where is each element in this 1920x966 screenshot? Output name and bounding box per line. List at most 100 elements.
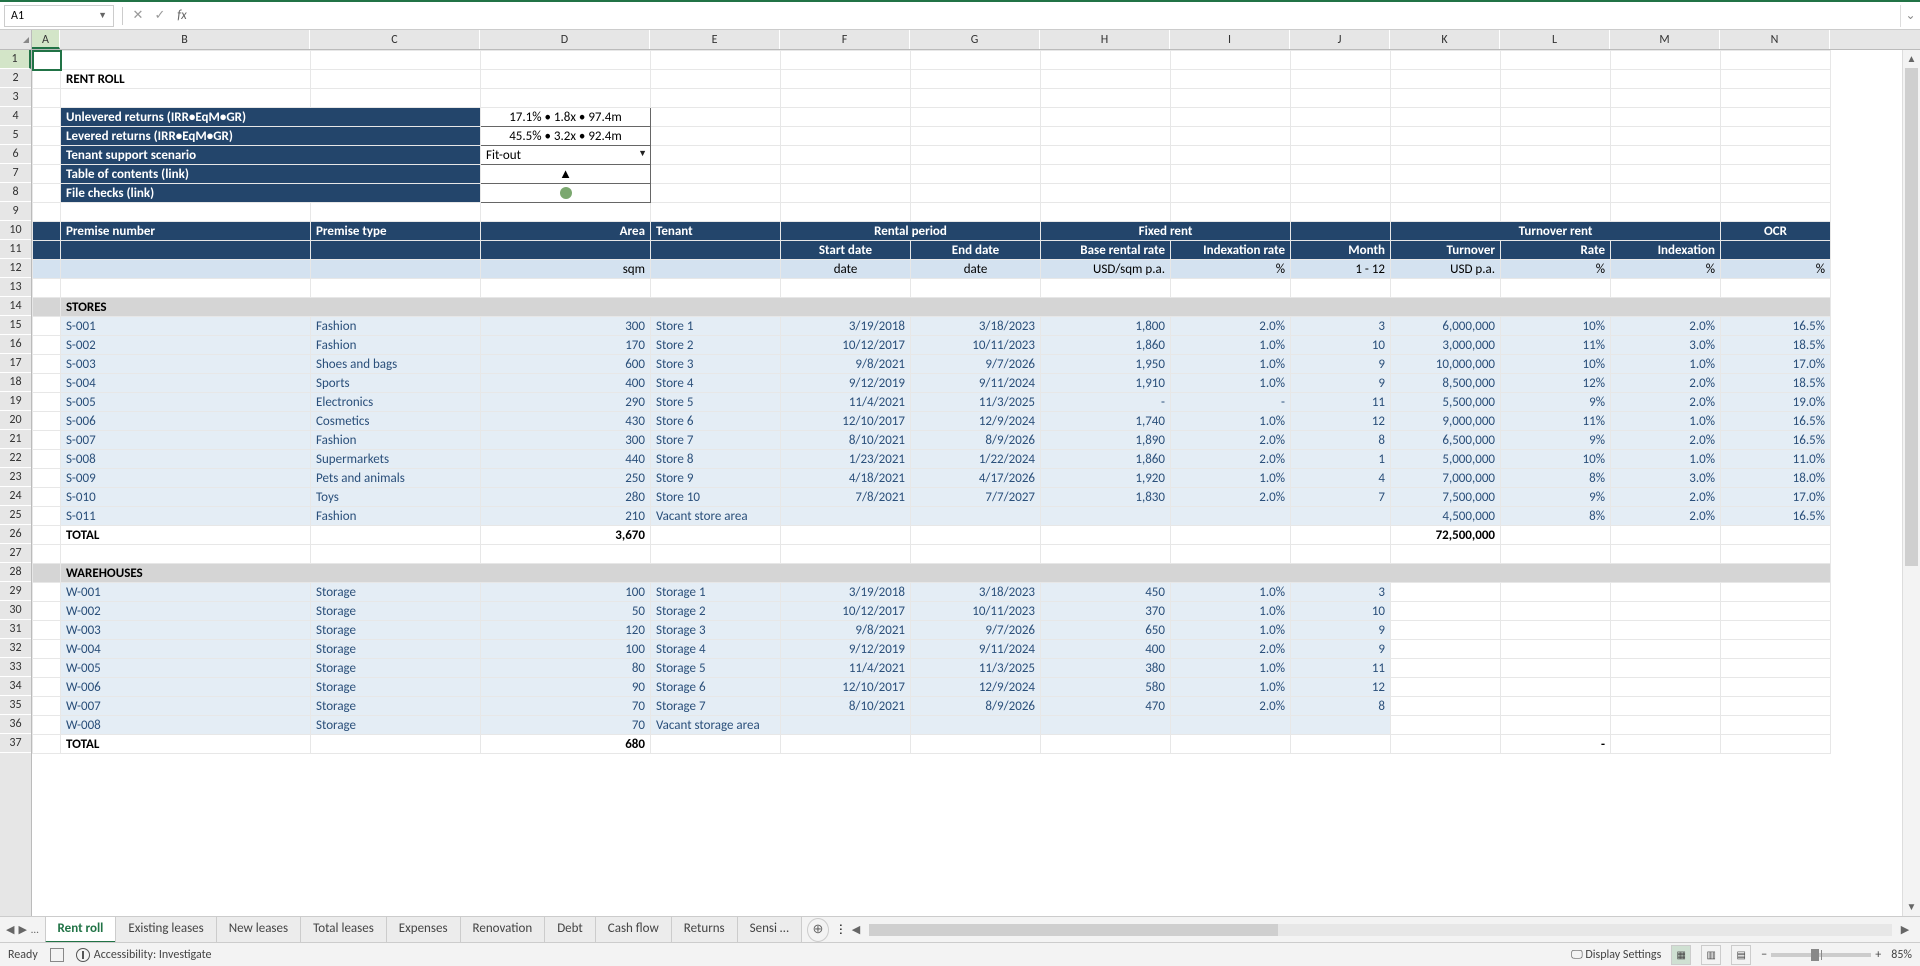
col-header-E[interactable]: E [650, 30, 780, 49]
col-header-G[interactable]: G [910, 30, 1040, 49]
hscroll-thumb[interactable] [869, 924, 1278, 936]
sheet-tab[interactable]: Expenses [386, 916, 461, 943]
row-header-31[interactable]: 31 [0, 620, 31, 639]
sheet-tab[interactable]: Debt [544, 916, 596, 943]
cancel-formula-button[interactable]: ✕ [127, 8, 149, 23]
row-header-16[interactable]: 16 [0, 335, 31, 354]
hscroll-left-icon[interactable]: ◀ [847, 923, 865, 936]
sheet-tab[interactable]: Total leases [300, 916, 387, 943]
row-header-35[interactable]: 35 [0, 696, 31, 715]
col-header-N[interactable]: N [1720, 30, 1830, 49]
row-header-7[interactable]: 7 [0, 164, 31, 183]
col-header-B[interactable]: B [60, 30, 310, 49]
row-header-29[interactable]: 29 [0, 582, 31, 601]
row-header-12[interactable]: 12 [0, 259, 31, 278]
sheet-nav-prev-icon[interactable]: ◀ [6, 923, 14, 936]
sheet-tab[interactable]: Rent roll [45, 916, 117, 943]
row-header-21[interactable]: 21 [0, 430, 31, 449]
sheet-tab[interactable]: Sensi … [737, 916, 802, 943]
macro-record-icon[interactable] [50, 948, 64, 962]
scroll-down-icon[interactable]: ▼ [1903, 898, 1920, 916]
col-header-D[interactable]: D [480, 30, 650, 49]
view-page-layout-button[interactable]: ▥ [1701, 945, 1721, 965]
row-header-18[interactable]: 18 [0, 373, 31, 392]
formula-expand-icon[interactable]: ⌄ [1900, 5, 1920, 27]
sheet-nav-more[interactable]: … [31, 923, 39, 936]
view-normal-button[interactable]: ▦ [1671, 945, 1691, 965]
zoom-out-button[interactable]: − [1761, 948, 1767, 962]
sheet-tab[interactable]: Renovation [460, 916, 546, 943]
cells[interactable]: RENT ROLLUnlevered returns (IRR•EqM•GR)1… [32, 50, 1902, 916]
row-header-37[interactable]: 37 [0, 734, 31, 753]
sheet-tab[interactable]: Existing leases [115, 916, 216, 943]
row-header-8[interactable]: 8 [0, 183, 31, 202]
hscroll-right-icon[interactable]: ▶ [1896, 923, 1914, 936]
row-header-15[interactable]: 15 [0, 316, 31, 335]
grid: ABCDEFGHIJKLMN 1234567891011121314151617… [0, 30, 1920, 916]
col-header-H[interactable]: H [1040, 30, 1170, 49]
row-header-2[interactable]: 2 [0, 69, 31, 88]
accessibility-icon [76, 948, 90, 962]
select-all-corner[interactable] [0, 30, 32, 49]
zoom-slider[interactable]: − + [1761, 948, 1881, 962]
row-header-4[interactable]: 4 [0, 107, 31, 126]
row-header-14[interactable]: 14 [0, 297, 31, 316]
panel-value [481, 184, 651, 203]
row-header-30[interactable]: 30 [0, 601, 31, 620]
zoom-in-button[interactable]: + [1875, 948, 1881, 962]
col-header-F[interactable]: F [780, 30, 910, 49]
col-header-J[interactable]: J [1290, 30, 1390, 49]
sheet-tab[interactable]: Cash flow [595, 916, 672, 943]
row-header-24[interactable]: 24 [0, 487, 31, 506]
formula-input[interactable] [193, 5, 1900, 27]
row-header-33[interactable]: 33 [0, 658, 31, 677]
col-header-K[interactable]: K [1390, 30, 1500, 49]
zoom-thumb[interactable] [1811, 949, 1819, 961]
row-header-27[interactable]: 27 [0, 544, 31, 563]
row-header-32[interactable]: 32 [0, 639, 31, 658]
display-settings-button[interactable]: 🖵 Display Settings [1571, 948, 1661, 962]
fx-button[interactable]: fx [171, 8, 193, 23]
add-sheet-button[interactable]: ⊕ [807, 918, 829, 942]
row-header-10[interactable]: 10 [0, 221, 31, 240]
panel-label: File checks (link) [61, 184, 481, 203]
col-header-A[interactable]: A [32, 30, 60, 49]
row-header-19[interactable]: 19 [0, 392, 31, 411]
row-header-34[interactable]: 34 [0, 677, 31, 696]
row-header-9[interactable]: 9 [0, 202, 31, 221]
row-header-20[interactable]: 20 [0, 411, 31, 430]
sheet-tab[interactable]: Returns [671, 916, 738, 943]
scroll-up-icon[interactable]: ▲ [1903, 50, 1920, 68]
scroll-thumb[interactable] [1905, 68, 1918, 566]
accessibility-status[interactable]: Accessibility: Investigate [76, 948, 212, 962]
row-header-17[interactable]: 17 [0, 354, 31, 373]
scenario-dropdown[interactable]: Fit-out [481, 146, 651, 165]
col-header-C[interactable]: C [310, 30, 480, 49]
accept-formula-button[interactable]: ✓ [149, 8, 171, 23]
row-header-1[interactable]: 1 [0, 50, 31, 69]
row-header-26[interactable]: 26 [0, 525, 31, 544]
sheet-nav-next-icon[interactable]: ▶ [18, 923, 26, 936]
row-header-25[interactable]: 25 [0, 506, 31, 525]
name-box-dropdown-icon[interactable]: ▼ [98, 10, 107, 21]
panel-label: Table of contents (link) [61, 165, 481, 184]
col-header-I[interactable]: I [1170, 30, 1290, 49]
row-header-3[interactable]: 3 [0, 88, 31, 107]
col-header-L[interactable]: L [1500, 30, 1610, 49]
status-dot-icon [560, 187, 572, 199]
row-header-36[interactable]: 36 [0, 715, 31, 734]
row-header-28[interactable]: 28 [0, 563, 31, 582]
vertical-scrollbar[interactable]: ▲ ▼ [1902, 50, 1920, 916]
row-header-13[interactable]: 13 [0, 278, 31, 297]
row-header-11[interactable]: 11 [0, 240, 31, 259]
row-header-6[interactable]: 6 [0, 145, 31, 164]
view-page-break-button[interactable]: ▤ [1731, 945, 1751, 965]
row-header-5[interactable]: 5 [0, 126, 31, 145]
row-header-23[interactable]: 23 [0, 468, 31, 487]
horizontal-scrollbar[interactable]: ⋮ ◀ ▶ [829, 922, 1920, 937]
zoom-level[interactable]: 85% [1891, 948, 1912, 962]
name-box[interactable]: A1 ▼ [4, 5, 114, 27]
col-header-M[interactable]: M [1610, 30, 1720, 49]
sheet-tab[interactable]: New leases [216, 916, 301, 943]
row-header-22[interactable]: 22 [0, 449, 31, 468]
